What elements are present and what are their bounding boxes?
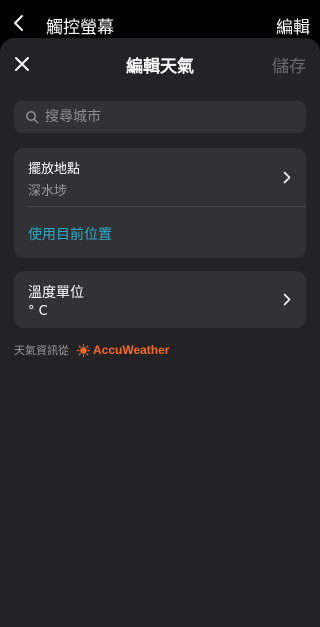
edit-weather-sheet: 編輯天氣 儲存 擺放地點 深水埗 使用目前位置 溫度單位 ° C	[0, 38, 320, 627]
temperature-unit-card[interactable]: 溫度單位 ° C	[14, 271, 306, 328]
search-input[interactable]	[45, 109, 285, 125]
sun-icon	[77, 343, 90, 357]
page-title: 觸控螢幕	[46, 18, 114, 38]
search-icon	[25, 110, 39, 124]
use-current-location-link[interactable]: 使用目前位置	[28, 224, 112, 244]
chevron-right-icon	[280, 292, 294, 306]
temperature-unit-label: 溫度單位	[28, 285, 84, 301]
save-button[interactable]: 儲存	[272, 52, 306, 77]
chevron-right-icon	[280, 170, 294, 184]
accuweather-logo: AccuWeather	[77, 343, 169, 357]
edit-button[interactable]: 編輯	[276, 13, 310, 38]
attribution: 天氣資訊從 AccuWeather	[14, 342, 169, 358]
location-label: 擺放地點	[28, 162, 81, 177]
divider	[28, 206, 306, 207]
search-bar[interactable]	[14, 101, 306, 133]
back-button[interactable]	[6, 10, 32, 36]
chevron-left-icon	[14, 15, 23, 31]
temperature-unit-value: ° C	[28, 304, 48, 319]
accuweather-wordmark: AccuWeather	[93, 343, 170, 357]
location-value: 深水埗	[28, 184, 68, 199]
location-row[interactable]: 擺放地點 深水埗	[14, 148, 306, 206]
location-card: 擺放地點 深水埗 使用目前位置	[14, 148, 306, 258]
attribution-text: 天氣資訊從	[14, 344, 69, 357]
